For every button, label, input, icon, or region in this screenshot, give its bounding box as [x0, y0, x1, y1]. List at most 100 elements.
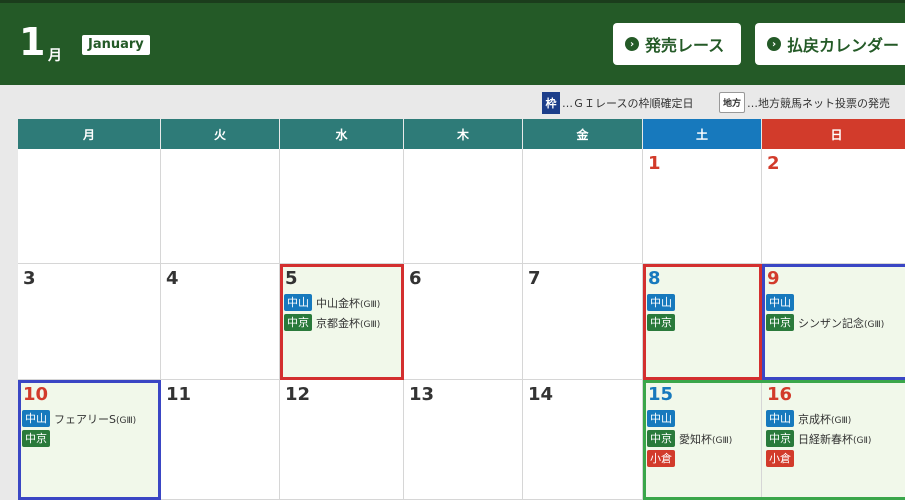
day-number: 11: [166, 384, 192, 405]
venue-tag[interactable]: 小倉: [766, 450, 794, 467]
race-event[interactable]: 中京 シンザン記念(GⅢ): [766, 314, 884, 331]
day-number: 14: [528, 384, 554, 405]
day-number: 5: [285, 268, 298, 289]
race-event[interactable]: 中京 京都金杯(GⅢ): [284, 314, 380, 331]
calendar-day-cell[interactable]: 5 中山 中山金杯(GⅢ) 中京 京都金杯(GⅢ): [280, 264, 404, 380]
day-number: 16: [767, 384, 793, 405]
day-number: 7: [528, 268, 541, 289]
sale-races-button[interactable]: › 発売レース: [613, 23, 741, 65]
calendar-day-cell[interactable]: [18, 149, 161, 264]
calendar-day-cell[interactable]: 2: [762, 149, 905, 264]
race-grade: (GⅡ): [853, 435, 872, 446]
race-event[interactable]: 中京: [22, 430, 50, 447]
race-grade: (GⅢ): [831, 415, 852, 426]
calendar-day-cell[interactable]: [404, 149, 523, 264]
race-event[interactable]: 中山: [647, 410, 675, 427]
calendar-day-cell[interactable]: 10 中山 フェアリーS(GⅢ) 中京: [18, 380, 161, 500]
legend-waku-badge: 枠: [542, 92, 560, 114]
calendar-day-cell[interactable]: 3: [18, 264, 161, 380]
race-event[interactable]: 小倉: [647, 450, 675, 467]
venue-tag[interactable]: 中京: [284, 314, 312, 331]
chevron-right-circle-icon: ›: [767, 37, 781, 51]
race-title: 中山金杯: [316, 296, 360, 310]
day-number: 15: [648, 384, 674, 405]
calendar-day-cell[interactable]: [161, 149, 280, 264]
sale-races-label: 発売レース: [645, 36, 725, 55]
venue-tag[interactable]: 中山: [647, 410, 675, 427]
payout-calendar-button[interactable]: › 払戻カレンダー: [755, 23, 905, 65]
calendar-day-cell[interactable]: [280, 149, 404, 264]
race-event[interactable]: 中京 日経新春杯(GⅡ): [766, 430, 871, 447]
day-number: 3: [23, 268, 36, 289]
race-title: 日経新春杯: [798, 432, 853, 446]
race-title: シンザン記念: [798, 316, 864, 330]
race-grade: (GⅢ): [360, 319, 381, 330]
weekday-header: 日: [762, 119, 905, 149]
weekday-header: 火: [161, 119, 279, 149]
day-number: 8: [648, 268, 661, 289]
race-event[interactable]: 中京: [647, 314, 675, 331]
race-event[interactable]: 中京 愛知杯(GⅢ): [647, 430, 732, 447]
venue-tag[interactable]: 小倉: [647, 450, 675, 467]
calendar-day-cell[interactable]: 15 中山 中京 愛知杯(GⅢ) 小倉: [643, 380, 762, 500]
race-title: 京都金杯: [316, 316, 360, 330]
race-title: 京成杯: [798, 412, 831, 426]
calendar-day-cell[interactable]: 11: [161, 380, 280, 500]
calendar-day-cell[interactable]: 14: [523, 380, 643, 500]
calendar-day-cell[interactable]: 16 中山 京成杯(GⅢ) 中京 日経新春杯(GⅡ) 小倉: [762, 380, 905, 500]
day-number: 4: [166, 268, 179, 289]
month-unit: 月: [48, 48, 62, 64]
legend-chiho-badge: 地方: [719, 92, 746, 113]
calendar-day-cell[interactable]: 9 中山 中京 シンザン記念(GⅢ): [762, 264, 905, 380]
calendar-day-cell[interactable]: 7: [523, 264, 643, 380]
calendar-day-cell[interactable]: 13: [404, 380, 523, 500]
month-english-badge: January: [82, 35, 150, 55]
race-event[interactable]: 中山: [647, 294, 675, 311]
calendar-header: 1 月 January › 発売レース › 払戻カレンダー: [0, 3, 905, 85]
race-event[interactable]: 中山: [766, 294, 794, 311]
race-name[interactable]: 愛知杯(GⅢ): [679, 431, 732, 447]
venue-tag[interactable]: 中山: [284, 294, 312, 311]
calendar-day-cell[interactable]: 6: [404, 264, 523, 380]
weekday-header: 土: [643, 119, 761, 149]
race-name[interactable]: フェアリーS(GⅢ): [54, 411, 136, 427]
venue-tag[interactable]: 中京: [647, 430, 675, 447]
month-number: 1: [19, 20, 46, 64]
race-event[interactable]: 中山 京成杯(GⅢ): [766, 410, 851, 427]
race-event[interactable]: 中山 中山金杯(GⅢ): [284, 294, 380, 311]
weekday-header: 木: [404, 119, 522, 149]
race-name[interactable]: 日経新春杯(GⅡ): [798, 431, 871, 447]
weekday-header: 月: [18, 119, 160, 149]
race-grade: (GⅢ): [864, 319, 885, 330]
venue-tag[interactable]: 中京: [766, 314, 794, 331]
calendar-day-cell[interactable]: 4: [161, 264, 280, 380]
legend-g1-draw: 枠 …ＧＩレースの枠順確定日: [542, 92, 693, 114]
legend-local-text: …地方競馬ネット投票の発売: [747, 96, 891, 110]
venue-tag[interactable]: 中山: [766, 294, 794, 311]
race-name[interactable]: シンザン記念(GⅢ): [798, 315, 884, 331]
race-title: 愛知杯: [679, 432, 712, 446]
day-number: 13: [409, 384, 435, 405]
race-grade: (GⅢ): [360, 299, 381, 310]
calendar-day-cell[interactable]: 12: [280, 380, 404, 500]
venue-tag[interactable]: 中山: [647, 294, 675, 311]
venue-tag[interactable]: 中山: [22, 410, 50, 427]
calendar-day-cell[interactable]: 1: [643, 149, 762, 264]
day-number: 6: [409, 268, 422, 289]
race-name[interactable]: 京成杯(GⅢ): [798, 411, 851, 427]
race-event[interactable]: 小倉: [766, 450, 794, 467]
race-event[interactable]: 中山 フェアリーS(GⅢ): [22, 410, 136, 427]
race-name[interactable]: 京都金杯(GⅢ): [316, 315, 380, 331]
venue-tag[interactable]: 中京: [766, 430, 794, 447]
legend-g1-text: …ＧＩレースの枠順確定日: [562, 97, 694, 110]
race-title: フェアリーS: [54, 412, 116, 426]
venue-tag[interactable]: 中京: [22, 430, 50, 447]
calendar-day-cell[interactable]: [523, 149, 643, 264]
race-name[interactable]: 中山金杯(GⅢ): [316, 295, 380, 311]
weekday-header: 金: [523, 119, 642, 149]
venue-tag[interactable]: 中山: [766, 410, 794, 427]
venue-tag[interactable]: 中京: [647, 314, 675, 331]
calendar-day-cell[interactable]: 8 中山中京: [643, 264, 762, 380]
day-number: 1: [648, 153, 661, 174]
race-grade: (GⅢ): [115, 415, 137, 426]
